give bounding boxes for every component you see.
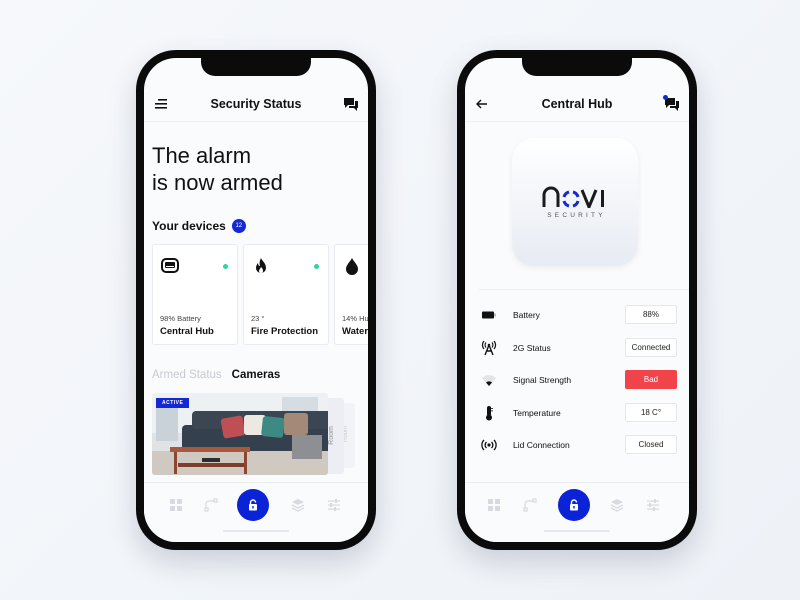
battery-icon bbox=[482, 311, 496, 319]
status-row-battery: Battery 88% bbox=[465, 305, 689, 339]
device-sub: 98% Battery bbox=[160, 314, 201, 323]
novi-security-logo: SECURITY bbox=[512, 138, 638, 266]
status-label: Signal Strength bbox=[513, 375, 572, 385]
status-label: 2G Status bbox=[513, 342, 551, 353]
antenna-icon bbox=[481, 340, 497, 355]
status-value-bad[interactable]: Bad bbox=[625, 370, 677, 389]
status-row-2g: 2G Status Connected bbox=[465, 337, 689, 372]
hero-line-2: is now armed bbox=[152, 170, 283, 195]
devices-label: Your devices bbox=[152, 219, 226, 233]
status-label: Temperature bbox=[513, 407, 561, 418]
menu-icon[interactable] bbox=[153, 96, 169, 112]
grid-icon[interactable] bbox=[169, 498, 183, 512]
novi-logo-mark bbox=[542, 186, 604, 208]
status-row-signal: Signal Strength Bad bbox=[465, 370, 689, 404]
unlock-icon bbox=[570, 499, 578, 511]
home-indicator bbox=[544, 530, 610, 532]
hub-status-list: Battery 88% 2G Status Connected Signal S… bbox=[465, 305, 689, 469]
device-card-fire-protection[interactable]: 23 ° Fire Protection bbox=[243, 244, 329, 345]
water-drop-icon bbox=[346, 258, 358, 275]
broadcast-icon bbox=[481, 439, 497, 451]
room-label: Room bbox=[327, 426, 335, 445]
status-value[interactable]: 18 C° bbox=[625, 402, 677, 422]
device-card-water[interactable]: 14% Humidity Water bbox=[334, 244, 368, 345]
hero-line-1: The alarm bbox=[152, 143, 252, 168]
status-row-lid: Lid Connection Closed bbox=[465, 435, 689, 469]
top-bar: Security Status bbox=[144, 86, 368, 122]
route-icon[interactable] bbox=[204, 498, 218, 512]
lock-button[interactable] bbox=[237, 489, 269, 521]
status-value[interactable]: Connected bbox=[625, 337, 677, 357]
page-title: Central Hub bbox=[541, 96, 613, 111]
device-name: Water bbox=[342, 326, 368, 337]
camera-feed-living-room[interactable]: ACTIVE bbox=[152, 393, 328, 475]
device-sub: 14% Humidity bbox=[342, 314, 368, 323]
bottom-nav bbox=[465, 482, 689, 542]
status-label: Battery bbox=[513, 310, 540, 320]
status-label: Lid Connection bbox=[513, 440, 570, 450]
sliders-icon[interactable] bbox=[327, 498, 341, 512]
logo-subtitle: SECURITY bbox=[547, 211, 606, 219]
grid-icon[interactable] bbox=[487, 498, 501, 512]
tab-armed-status[interactable]: Armed Status bbox=[152, 369, 222, 381]
alarm-heading: The alarm is now armed bbox=[152, 142, 283, 196]
screen-security-status: Security Status The alarm is now armed Y… bbox=[144, 58, 368, 542]
status-value[interactable]: Closed bbox=[625, 435, 677, 454]
tab-cameras[interactable]: Cameras bbox=[232, 369, 281, 381]
back-arrow-icon[interactable] bbox=[474, 96, 490, 112]
device-cards: 98% Battery Central Hub 23 ° Fire Protec… bbox=[152, 244, 368, 345]
divider bbox=[479, 289, 689, 290]
active-tag: ACTIVE bbox=[156, 398, 190, 408]
sliders-icon[interactable] bbox=[646, 498, 660, 512]
status-row-temperature: Temperature 18 C° bbox=[465, 402, 689, 437]
top-bar: Central Hub bbox=[465, 86, 689, 122]
unread-indicator bbox=[663, 95, 668, 100]
wifi-icon bbox=[482, 375, 496, 386]
route-icon[interactable] bbox=[523, 498, 537, 512]
online-indicator bbox=[223, 264, 228, 269]
device-name: Fire Protection bbox=[251, 326, 319, 337]
device-card-central-hub[interactable]: 98% Battery Central Hub bbox=[152, 244, 238, 345]
phone-security-status: Security Status The alarm is now armed Y… bbox=[136, 50, 376, 550]
layers-icon[interactable] bbox=[291, 498, 305, 512]
layers-icon[interactable] bbox=[610, 498, 624, 512]
thermometer-icon bbox=[486, 405, 493, 420]
phone-central-hub: Central Hub SECURITY Battery 88% 2G Stat… bbox=[457, 50, 697, 550]
status-value[interactable]: 88% bbox=[625, 305, 677, 324]
hub-icon bbox=[161, 258, 179, 273]
page-title: Security Status bbox=[210, 96, 302, 111]
chat-icon[interactable] bbox=[343, 96, 359, 112]
tab-bar: Armed Status Cameras bbox=[152, 369, 280, 381]
notch bbox=[522, 58, 632, 76]
device-sub: 23 ° bbox=[251, 314, 265, 323]
devices-count-badge: 12 bbox=[231, 219, 246, 233]
devices-header: Your devices 12 bbox=[152, 219, 246, 233]
fire-icon bbox=[256, 258, 266, 273]
online-indicator bbox=[314, 264, 319, 269]
unlock-icon bbox=[249, 499, 257, 511]
screen-central-hub: Central Hub SECURITY Battery 88% 2G Stat… bbox=[465, 58, 689, 542]
bottom-nav bbox=[144, 482, 368, 542]
lock-button[interactable] bbox=[558, 489, 590, 521]
home-indicator bbox=[223, 530, 289, 532]
notch bbox=[201, 58, 311, 76]
device-name: Central Hub bbox=[160, 326, 214, 337]
